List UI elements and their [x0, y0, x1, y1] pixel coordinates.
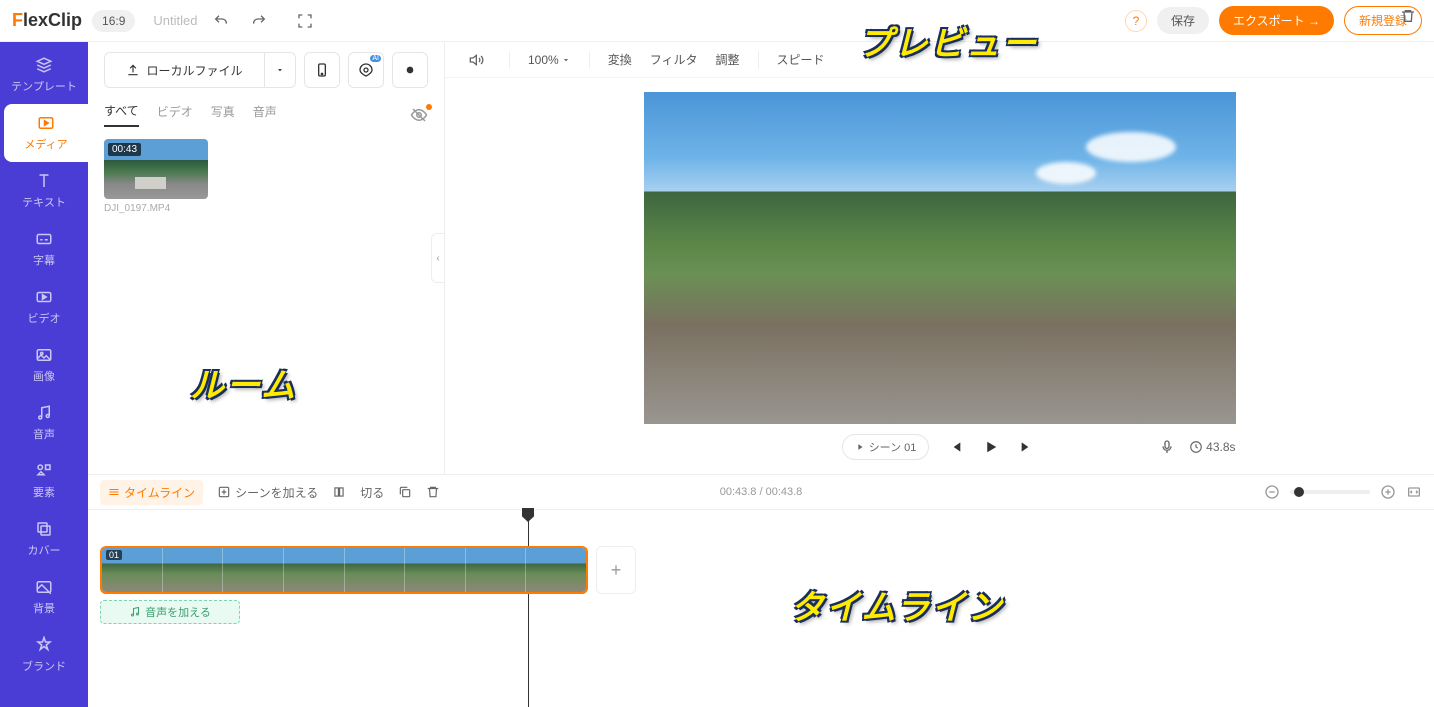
ai-upload-button[interactable]: AI: [348, 52, 384, 88]
save-button[interactable]: 保存: [1157, 7, 1209, 34]
playhead-line: [528, 510, 529, 707]
media-thumbnail[interactable]: 00:43 DJI_0197.MP4: [104, 139, 208, 214]
tab-audio[interactable]: 音声: [253, 103, 277, 126]
local-file-dropdown[interactable]: [264, 52, 296, 88]
transform-button[interactable]: 変換: [608, 51, 632, 68]
media-tabs: すべて ビデオ 写真 音声: [104, 102, 428, 127]
preview-body: シーン 01 43.8s: [445, 78, 1434, 474]
nav-subtitle[interactable]: 字幕: [0, 220, 88, 278]
left-nav: テンプレート メディア テキスト 字幕 ビデオ 画像 音声 要素 カバー 背景 …: [0, 42, 88, 707]
clip-number-badge: 01: [106, 550, 122, 560]
delete-clip-icon[interactable]: [426, 485, 440, 499]
speed-button[interactable]: スピード: [777, 51, 825, 68]
timeline-timecode: 00:43.8 / 00:43.8: [720, 486, 803, 498]
nav-background[interactable]: 背景: [0, 568, 88, 626]
nav-element[interactable]: 要素: [0, 452, 88, 510]
main-row: ローカルファイル AI すべて ビデオ 写真 音声 00:43 DJI_0197…: [0, 42, 1434, 474]
export-button[interactable]: エクスポート →: [1219, 6, 1334, 35]
volume-icon[interactable]: [463, 46, 491, 74]
clip-strip: 01 +: [100, 546, 1422, 594]
annotation-room: ルーム: [190, 358, 297, 407]
copy-icon[interactable]: [398, 485, 412, 499]
split-button[interactable]: [332, 485, 346, 499]
tab-video[interactable]: ビデオ: [157, 103, 193, 126]
nav-templates[interactable]: テンプレート: [0, 46, 88, 104]
nav-video[interactable]: ビデオ: [0, 278, 88, 336]
top-bar: FlexClip 16:9 Untitled ? 保存 エクスポート → 新規登…: [0, 0, 1434, 42]
nav-audio[interactable]: 音声: [0, 394, 88, 452]
play-icon[interactable]: [981, 437, 1001, 457]
delete-icon[interactable]: [1400, 8, 1416, 24]
video-clip[interactable]: 01: [100, 546, 588, 594]
record-button[interactable]: [392, 52, 428, 88]
mic-icon[interactable]: [1159, 439, 1175, 455]
upload-row: ローカルファイル AI: [104, 52, 428, 88]
nav-brand[interactable]: ブランド: [0, 626, 88, 684]
annotation-timeline: タイムライン: [790, 580, 1004, 629]
zoom-out-icon[interactable]: [1264, 484, 1280, 500]
undo-icon[interactable]: [207, 7, 235, 35]
adjust-button[interactable]: 調整: [715, 51, 739, 68]
playhead-handle[interactable]: [522, 508, 534, 522]
project-title[interactable]: Untitled: [153, 13, 197, 28]
visibility-toggle-icon[interactable]: [410, 106, 428, 124]
video-preview[interactable]: [644, 92, 1236, 424]
timeline-toolbar: タイムライン シーンを加える 切る 00:43.8 / 00:43.8: [88, 474, 1434, 510]
duration-display: 43.8s: [1189, 440, 1235, 454]
tab-photo[interactable]: 写真: [211, 103, 235, 126]
prev-frame-icon[interactable]: [945, 437, 965, 457]
local-file-button[interactable]: ローカルファイル: [104, 52, 264, 88]
collapse-panel-icon[interactable]: ‹: [431, 233, 445, 283]
zoom-in-icon[interactable]: [1380, 484, 1396, 500]
zoom-select[interactable]: 100%: [528, 53, 571, 67]
annotation-preview: プレビュー: [858, 16, 1038, 65]
nav-text[interactable]: テキスト: [0, 162, 88, 220]
add-clip-button[interactable]: +: [596, 546, 636, 594]
aspect-ratio-chip[interactable]: 16:9: [92, 10, 135, 32]
filter-button[interactable]: フィルタ: [650, 51, 698, 68]
thumbnail-filename: DJI_0197.MP4: [104, 203, 208, 214]
fullscreen-icon[interactable]: [291, 7, 319, 35]
nav-cover[interactable]: カバー: [0, 510, 88, 568]
next-frame-icon[interactable]: [1017, 437, 1037, 457]
zoom-slider[interactable]: [1290, 490, 1370, 494]
timeline-tab[interactable]: タイムライン: [100, 480, 203, 505]
redo-icon[interactable]: [245, 7, 273, 35]
add-scene-button[interactable]: シーンを加える: [217, 484, 318, 501]
timeline-area: 01 + 音声を加える: [88, 510, 1434, 707]
add-audio-button[interactable]: 音声を加える: [100, 600, 240, 624]
fit-icon[interactable]: [1406, 484, 1422, 500]
app-logo: FlexClip: [12, 10, 82, 31]
preview-area: 100% 変換 フィルタ 調整 スピード シーン 01 43.8s: [445, 42, 1434, 474]
playback-controls: シーン 01 43.8s: [644, 434, 1236, 460]
timeline-zoom: [1264, 484, 1422, 500]
tab-all[interactable]: すべて: [104, 102, 139, 127]
nav-image[interactable]: 画像: [0, 336, 88, 394]
media-panel: ローカルファイル AI すべて ビデオ 写真 音声 00:43 DJI_0197…: [88, 42, 445, 474]
nav-media[interactable]: メディア: [4, 104, 88, 162]
help-icon[interactable]: ?: [1125, 10, 1147, 32]
scene-selector[interactable]: シーン 01: [842, 434, 930, 460]
cut-button[interactable]: 切る: [360, 484, 384, 501]
phone-upload-button[interactable]: [304, 52, 340, 88]
